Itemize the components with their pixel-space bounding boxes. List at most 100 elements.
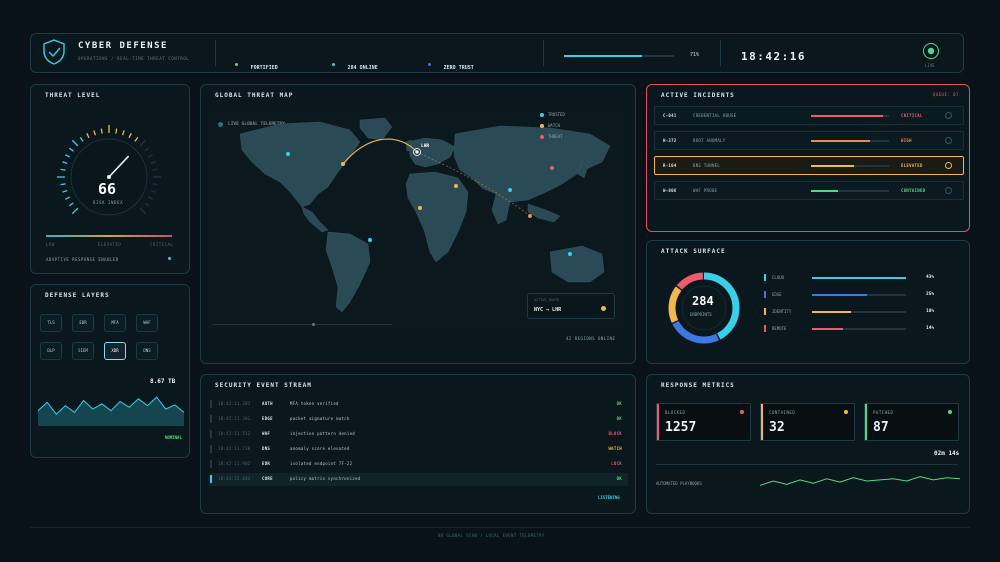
event-message: injection pattern denied xyxy=(290,431,355,436)
defense-chip-siem[interactable]: SIEM xyxy=(72,342,94,360)
gauge-tick xyxy=(147,196,153,200)
map-scrub-handle[interactable] xyxy=(312,323,315,326)
incident-queue-tag: QUEUE: 07 xyxy=(932,92,959,97)
app-title: CYBER DEFENSE xyxy=(78,41,168,51)
header-divider xyxy=(720,40,721,66)
gauge-tick xyxy=(139,139,147,147)
incident-row[interactable]: C-041 CREDENTIAL ABUSE CRITICAL xyxy=(654,106,964,125)
route-box[interactable]: ACTIVE ROUTE NYC → LHR xyxy=(527,293,615,319)
legend-bar xyxy=(812,311,906,313)
gauge-tick xyxy=(62,161,68,165)
incident-select-icon[interactable] xyxy=(945,112,952,119)
event-status: WATCH xyxy=(608,446,622,451)
defense-chip-edr[interactable]: EDR xyxy=(72,314,94,332)
legend-label: WATCH xyxy=(548,123,561,128)
legend-label: IDENTITY xyxy=(772,309,792,314)
header-divider xyxy=(215,40,216,66)
defense-chip-waf[interactable]: WAF xyxy=(136,314,158,332)
event-row[interactable]: 18:42:11.730 DNS anomaly score elevated WAT… xyxy=(210,443,628,456)
response-time-bar xyxy=(656,464,958,465)
gauge-tick xyxy=(128,133,132,139)
incident-id: R-104 xyxy=(663,163,677,168)
gauge-tick xyxy=(150,161,156,165)
scale-label-elevated: ELEVATED xyxy=(98,242,122,247)
incident-id: W-806 xyxy=(663,188,677,193)
adaptive-status-dot xyxy=(168,257,171,260)
header-bar xyxy=(30,33,964,73)
defense-chip-mfa[interactable]: MFA xyxy=(104,314,126,332)
playbooks-sparkline xyxy=(760,470,960,494)
metric-value: 1257 xyxy=(665,420,697,435)
gauge-tick xyxy=(150,189,156,193)
incident-row[interactable]: R-104 DNS TUNNEL ELEVATED xyxy=(654,156,964,175)
metric-edge xyxy=(865,404,867,440)
defense-chip-xdr[interactable]: XDR xyxy=(104,342,126,360)
event-row[interactable]: 18:42:11.512 WAF injection pattern denied B… xyxy=(210,428,628,441)
gauge-tick xyxy=(68,147,74,152)
metric-card-contained[interactable]: CONTAINED 32 xyxy=(760,403,855,441)
gauge-tick xyxy=(152,183,158,186)
legend-value: 43% xyxy=(926,275,935,280)
metric-status-dot xyxy=(948,410,952,414)
event-row[interactable]: 18:42:12.044 CORE policy matrix synchroniz… xyxy=(210,473,628,486)
legend-item-trusted: TRUSTED xyxy=(540,112,600,120)
defense-chip-tls[interactable]: TLS xyxy=(40,314,62,332)
metric-card-blocked[interactable]: BLOCKED 1257 xyxy=(656,403,751,441)
gauge-tick xyxy=(65,196,71,200)
event-row[interactable]: 18:42:11.381 EDGE packet signature match OK xyxy=(210,413,628,426)
adaptive-response-label: ADAPTIVE RESPONSE ENABLED xyxy=(46,257,119,262)
event-stream-status: LISTENING xyxy=(598,495,620,500)
event-marker xyxy=(210,430,212,438)
status-value: FORTIFIED xyxy=(250,65,278,71)
defense-status: NOMINAL xyxy=(165,435,182,440)
panel-title: DEFENSE LAYERS xyxy=(45,292,110,299)
metric-card-patched[interactable]: PATCHED 87 xyxy=(864,403,959,441)
legend-bar xyxy=(812,328,906,330)
event-time: 18:42:11.512 xyxy=(218,431,251,436)
incident-severity-bar xyxy=(811,140,889,142)
threat-value: 66 xyxy=(98,180,117,198)
gauge-tick xyxy=(139,207,147,215)
legend-label: TRUSTED xyxy=(548,112,565,117)
legend-bar-fill xyxy=(812,277,906,279)
metric-edge xyxy=(761,404,763,440)
attack-surface-total: 284 xyxy=(692,294,714,308)
event-row[interactable]: 18:42:11.203 AUTH MFA token verified OK xyxy=(210,398,628,411)
defense-chip-dlp[interactable]: DLP xyxy=(40,342,62,360)
incident-select-icon[interactable] xyxy=(945,137,952,144)
legend-value: 14% xyxy=(926,326,935,331)
legend-swatch xyxy=(764,325,766,332)
status-value: ZERO TRUST xyxy=(443,65,474,71)
legend-swatch xyxy=(764,308,766,315)
event-source: WAF xyxy=(262,431,271,436)
event-status: LOCK xyxy=(611,461,622,466)
incident-select-icon[interactable] xyxy=(945,162,952,169)
incident-row[interactable]: H-372 ROOT ANOMALY HIGH xyxy=(654,131,964,150)
map-scrub-bar[interactable] xyxy=(212,323,392,326)
metric-status-dot xyxy=(740,410,744,414)
gauge-tick xyxy=(147,154,153,158)
metric-label: PATCHED xyxy=(873,410,894,415)
system-load-fill xyxy=(564,55,643,57)
event-row[interactable]: 18:42:11.902 EDR isolated endpoint 7F-22 LO… xyxy=(210,458,628,471)
legend-swatch xyxy=(764,274,766,281)
incident-severity-bar xyxy=(811,115,889,117)
defense-chip-dns[interactable]: DNS xyxy=(136,342,158,360)
incident-select-icon[interactable] xyxy=(945,187,952,194)
gauge-tick xyxy=(144,147,150,152)
status-dot xyxy=(428,63,431,66)
footer-center: NO GLOBAL SCAN / LOCAL EVENT TELEMETRY xyxy=(438,533,545,538)
incident-severity-bar xyxy=(811,190,889,192)
throughput-area xyxy=(38,397,184,426)
throughput-value: 8.67 TB xyxy=(150,378,176,385)
legend-bar-fill xyxy=(812,294,867,296)
legend-dot xyxy=(540,135,544,139)
legend-bar xyxy=(812,294,906,296)
gauge-tick xyxy=(152,168,158,171)
app-subtitle: OPERATIONS / REAL-TIME THREAT CONTROL xyxy=(78,56,190,61)
incident-row[interactable]: W-806 WAF PROBE CONTAINED xyxy=(654,181,964,200)
event-status: OK xyxy=(616,476,622,481)
event-status: OK xyxy=(616,401,622,406)
live-indicator-icon[interactable] xyxy=(922,42,940,60)
legend-dot xyxy=(540,113,544,117)
